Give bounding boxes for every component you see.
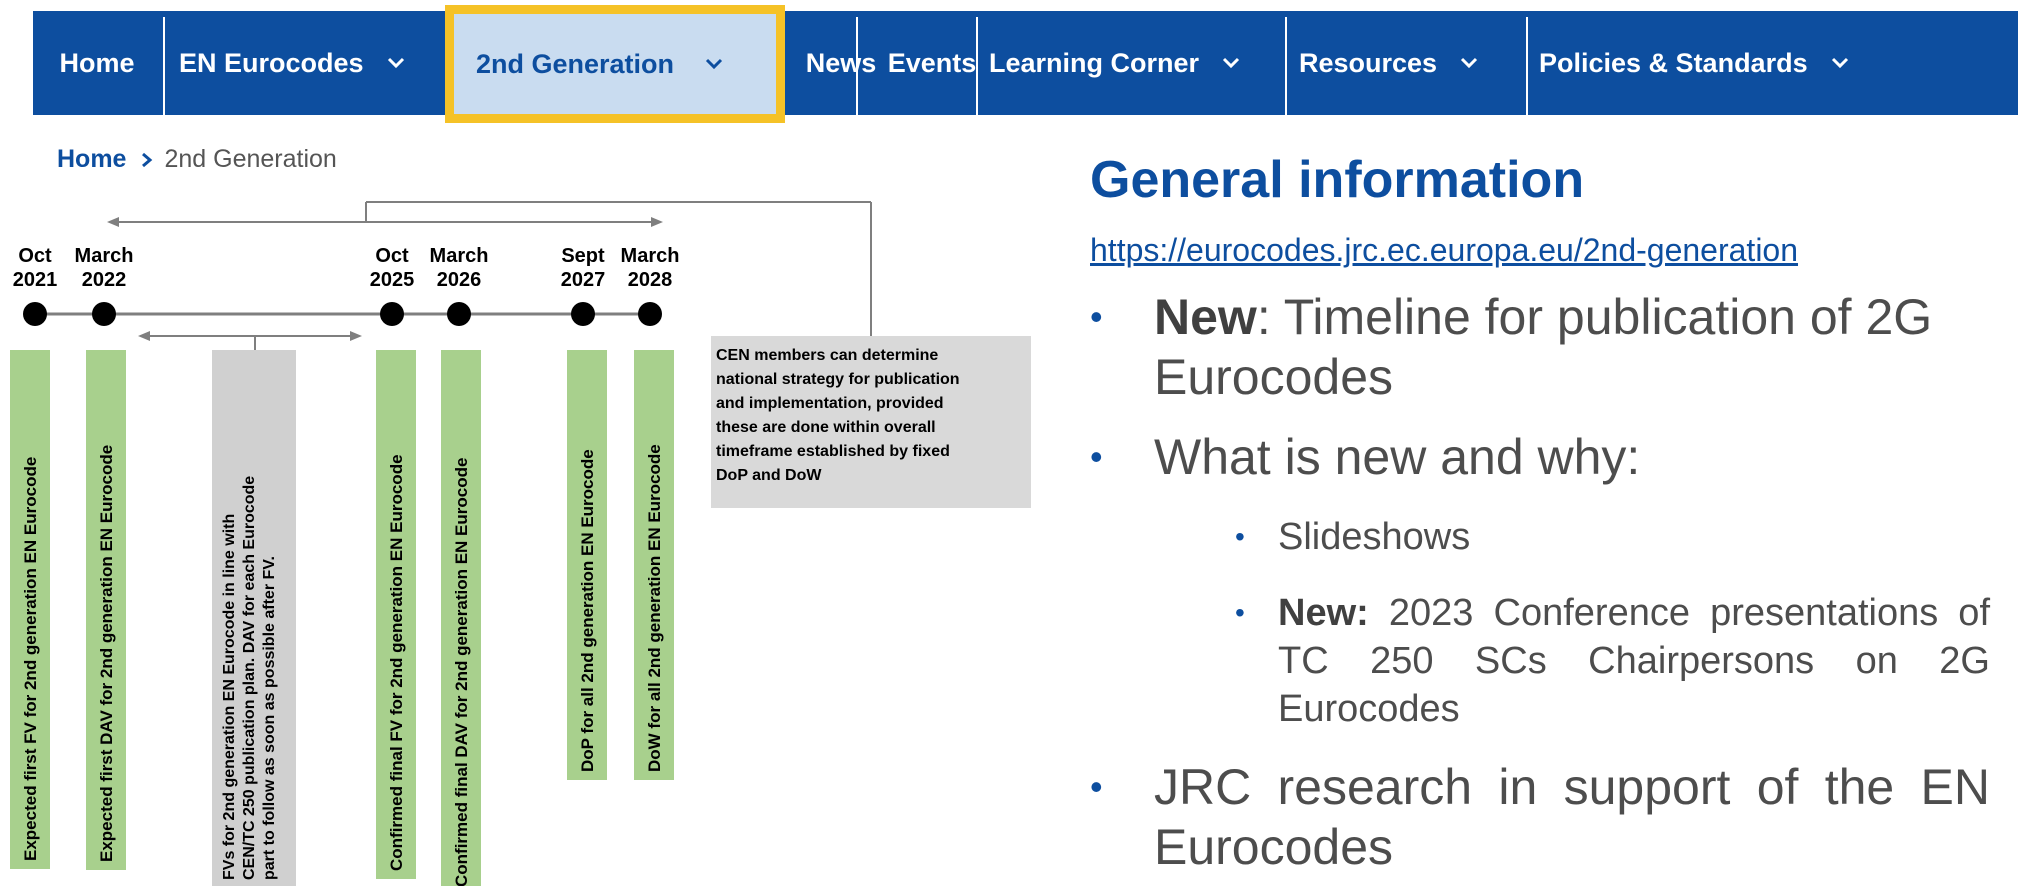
timeline-date-year: 2027	[561, 269, 606, 291]
sub-bullet-slideshows[interactable]: Slideshows	[1090, 513, 1990, 561]
bullet-jrc-research: JRC research in support of the EN Euroco…	[1090, 757, 1990, 877]
bullet-text: : Timeline for publication of 2G Eurocod…	[1154, 289, 1933, 405]
chevron-down-icon	[1830, 56, 1850, 70]
timeline-bar-label: DoP for all 2nd generation EN Eurocode	[578, 449, 597, 772]
note-line: DoP and DoW	[716, 467, 822, 484]
timeline-milestone-dot	[638, 302, 662, 326]
timeline-date-year: 2022	[82, 269, 127, 291]
general-information-panel: General information https://eurocodes.jr…	[1090, 150, 1990, 877]
timeline-bar-label: Expected first FV for 2nd generation EN …	[21, 457, 40, 861]
section-title: General information	[1090, 151, 1585, 209]
timeline-date-year: 2026	[437, 269, 482, 291]
info-link[interactable]: https://eurocodes.jrc.ec.europa.eu/2nd-g…	[1090, 232, 1990, 269]
timeline-date-month: Oct	[18, 245, 52, 267]
timeline-date-labels: Oct2021March2022Oct2025March2026Sept2027…	[13, 245, 680, 291]
nav-resources-label: Resources	[1299, 47, 1438, 78]
note-line: CEN members can determine	[716, 347, 938, 364]
nav-divider	[856, 17, 858, 115]
timeline-date-month: Sept	[561, 245, 605, 267]
timeline-bar-label: DoW for all 2nd generation EN Eurocode	[645, 444, 664, 772]
nav-learning-corner[interactable]: Learning Corner	[989, 11, 1279, 115]
timeline-milestone-dot	[380, 302, 404, 326]
timeline-date-month: Oct	[375, 245, 409, 267]
nav-divider	[163, 17, 165, 115]
timeline-figure: Oct2021March2022Oct2025March2026Sept2027…	[10, 201, 1031, 886]
chevron-down-icon	[1459, 56, 1479, 70]
note-line: these are done within overall	[716, 419, 936, 436]
nav-divider	[1285, 17, 1287, 115]
bullet-text: JRC research in support of the EN Euroco…	[1154, 759, 1990, 875]
breadcrumb-current: 2nd Generation	[164, 145, 337, 173]
note-line: and implementation, provided	[716, 395, 944, 412]
grey-bar-line: FVs for 2nd generation EN Eurocode in li…	[221, 514, 238, 880]
timeline-date-year: 2028	[628, 269, 673, 291]
nav-en-eurocodes[interactable]: EN Eurocodes	[179, 11, 469, 115]
breadcrumb-separator-icon	[140, 151, 154, 169]
grey-bar-line: CEN/TC 250 publication plan. DAV for eac…	[241, 476, 258, 880]
nav-home-label: Home	[59, 47, 135, 78]
timeline-date-month: March	[430, 245, 489, 267]
sub-bullet-bold-label: New:	[1278, 592, 1369, 634]
sub-bullet-text: Slideshows	[1278, 516, 1471, 558]
timeline-milestone-dot	[92, 302, 116, 326]
nav-2nd-generation-label: 2nd Generation	[476, 48, 675, 79]
sub-bullet-conference[interactable]: New: 2023 Conference presentations of TC…	[1090, 589, 1990, 733]
nav-2nd-generation[interactable]: 2nd Generation	[445, 5, 785, 123]
note-line: timeframe established by fixed	[716, 443, 950, 460]
chevron-down-icon	[386, 56, 406, 70]
chevron-down-icon	[704, 57, 724, 71]
bullet-text: What is new and why:	[1154, 429, 1641, 485]
breadcrumb: Home 2nd Generation	[57, 145, 337, 174]
bullet-bold-label: New	[1154, 289, 1257, 345]
timeline-milestone-dot	[571, 302, 595, 326]
nav-resources[interactable]: Resources	[1299, 11, 1529, 115]
nav-en-eurocodes-label: EN Eurocodes	[179, 47, 364, 78]
bullet-timeline: New: Timeline for publication of 2G Euro…	[1090, 287, 1990, 407]
nav-learning-corner-label: Learning Corner	[989, 47, 1200, 78]
nav-divider	[1526, 17, 1528, 115]
timeline-bar-label: Confirmed final DAV for 2nd generation E…	[452, 458, 471, 886]
timeline-connectors	[115, 201, 872, 350]
chevron-down-icon	[1221, 56, 1241, 70]
info-sub-bullet-list: Slideshows New: 2023 Conference presenta…	[1090, 513, 1990, 733]
grey-bar-line: part to follow as soon as possible after…	[261, 556, 278, 880]
timeline-date-year: 2021	[13, 269, 58, 291]
timeline-date-month: March	[621, 245, 680, 267]
timeline-bars: Expected first FV for 2nd generation EN …	[10, 350, 674, 886]
sub-bullet-text: 2023 Conference presentations of TC 250 …	[1278, 592, 1990, 730]
nav-policies-standards-label: Policies & Standards	[1539, 47, 1808, 78]
timeline-bar-label: Confirmed final FV for 2nd generation EN…	[387, 454, 406, 871]
nav-news-label: News	[805, 47, 877, 78]
timeline-date-month: March	[75, 245, 134, 267]
info-bullet-list: New: Timeline for publication of 2G Euro…	[1090, 287, 1990, 487]
breadcrumb-home-link[interactable]: Home	[57, 145, 126, 174]
nav-divider	[976, 17, 978, 115]
bullet-what-is-new: What is new and why:	[1090, 427, 1990, 487]
info-bullet-list-2: JRC research in support of the EN Euroco…	[1090, 757, 1990, 877]
nav-home[interactable]: Home	[33, 11, 161, 115]
nav-policies-standards[interactable]: Policies & Standards	[1539, 11, 1909, 115]
nav-events-label: Events	[887, 47, 977, 78]
timeline-bar-label: Expected first DAV for 2nd generation EN…	[97, 445, 116, 862]
main-navigation: Home EN Eurocodes 2nd Generation News Ev…	[33, 5, 2018, 123]
timeline-date-year: 2025	[370, 269, 415, 291]
timeline-milestone-dot	[23, 302, 47, 326]
note-line: national strategy for publication	[716, 371, 960, 388]
timeline-milestone-dot	[447, 302, 471, 326]
